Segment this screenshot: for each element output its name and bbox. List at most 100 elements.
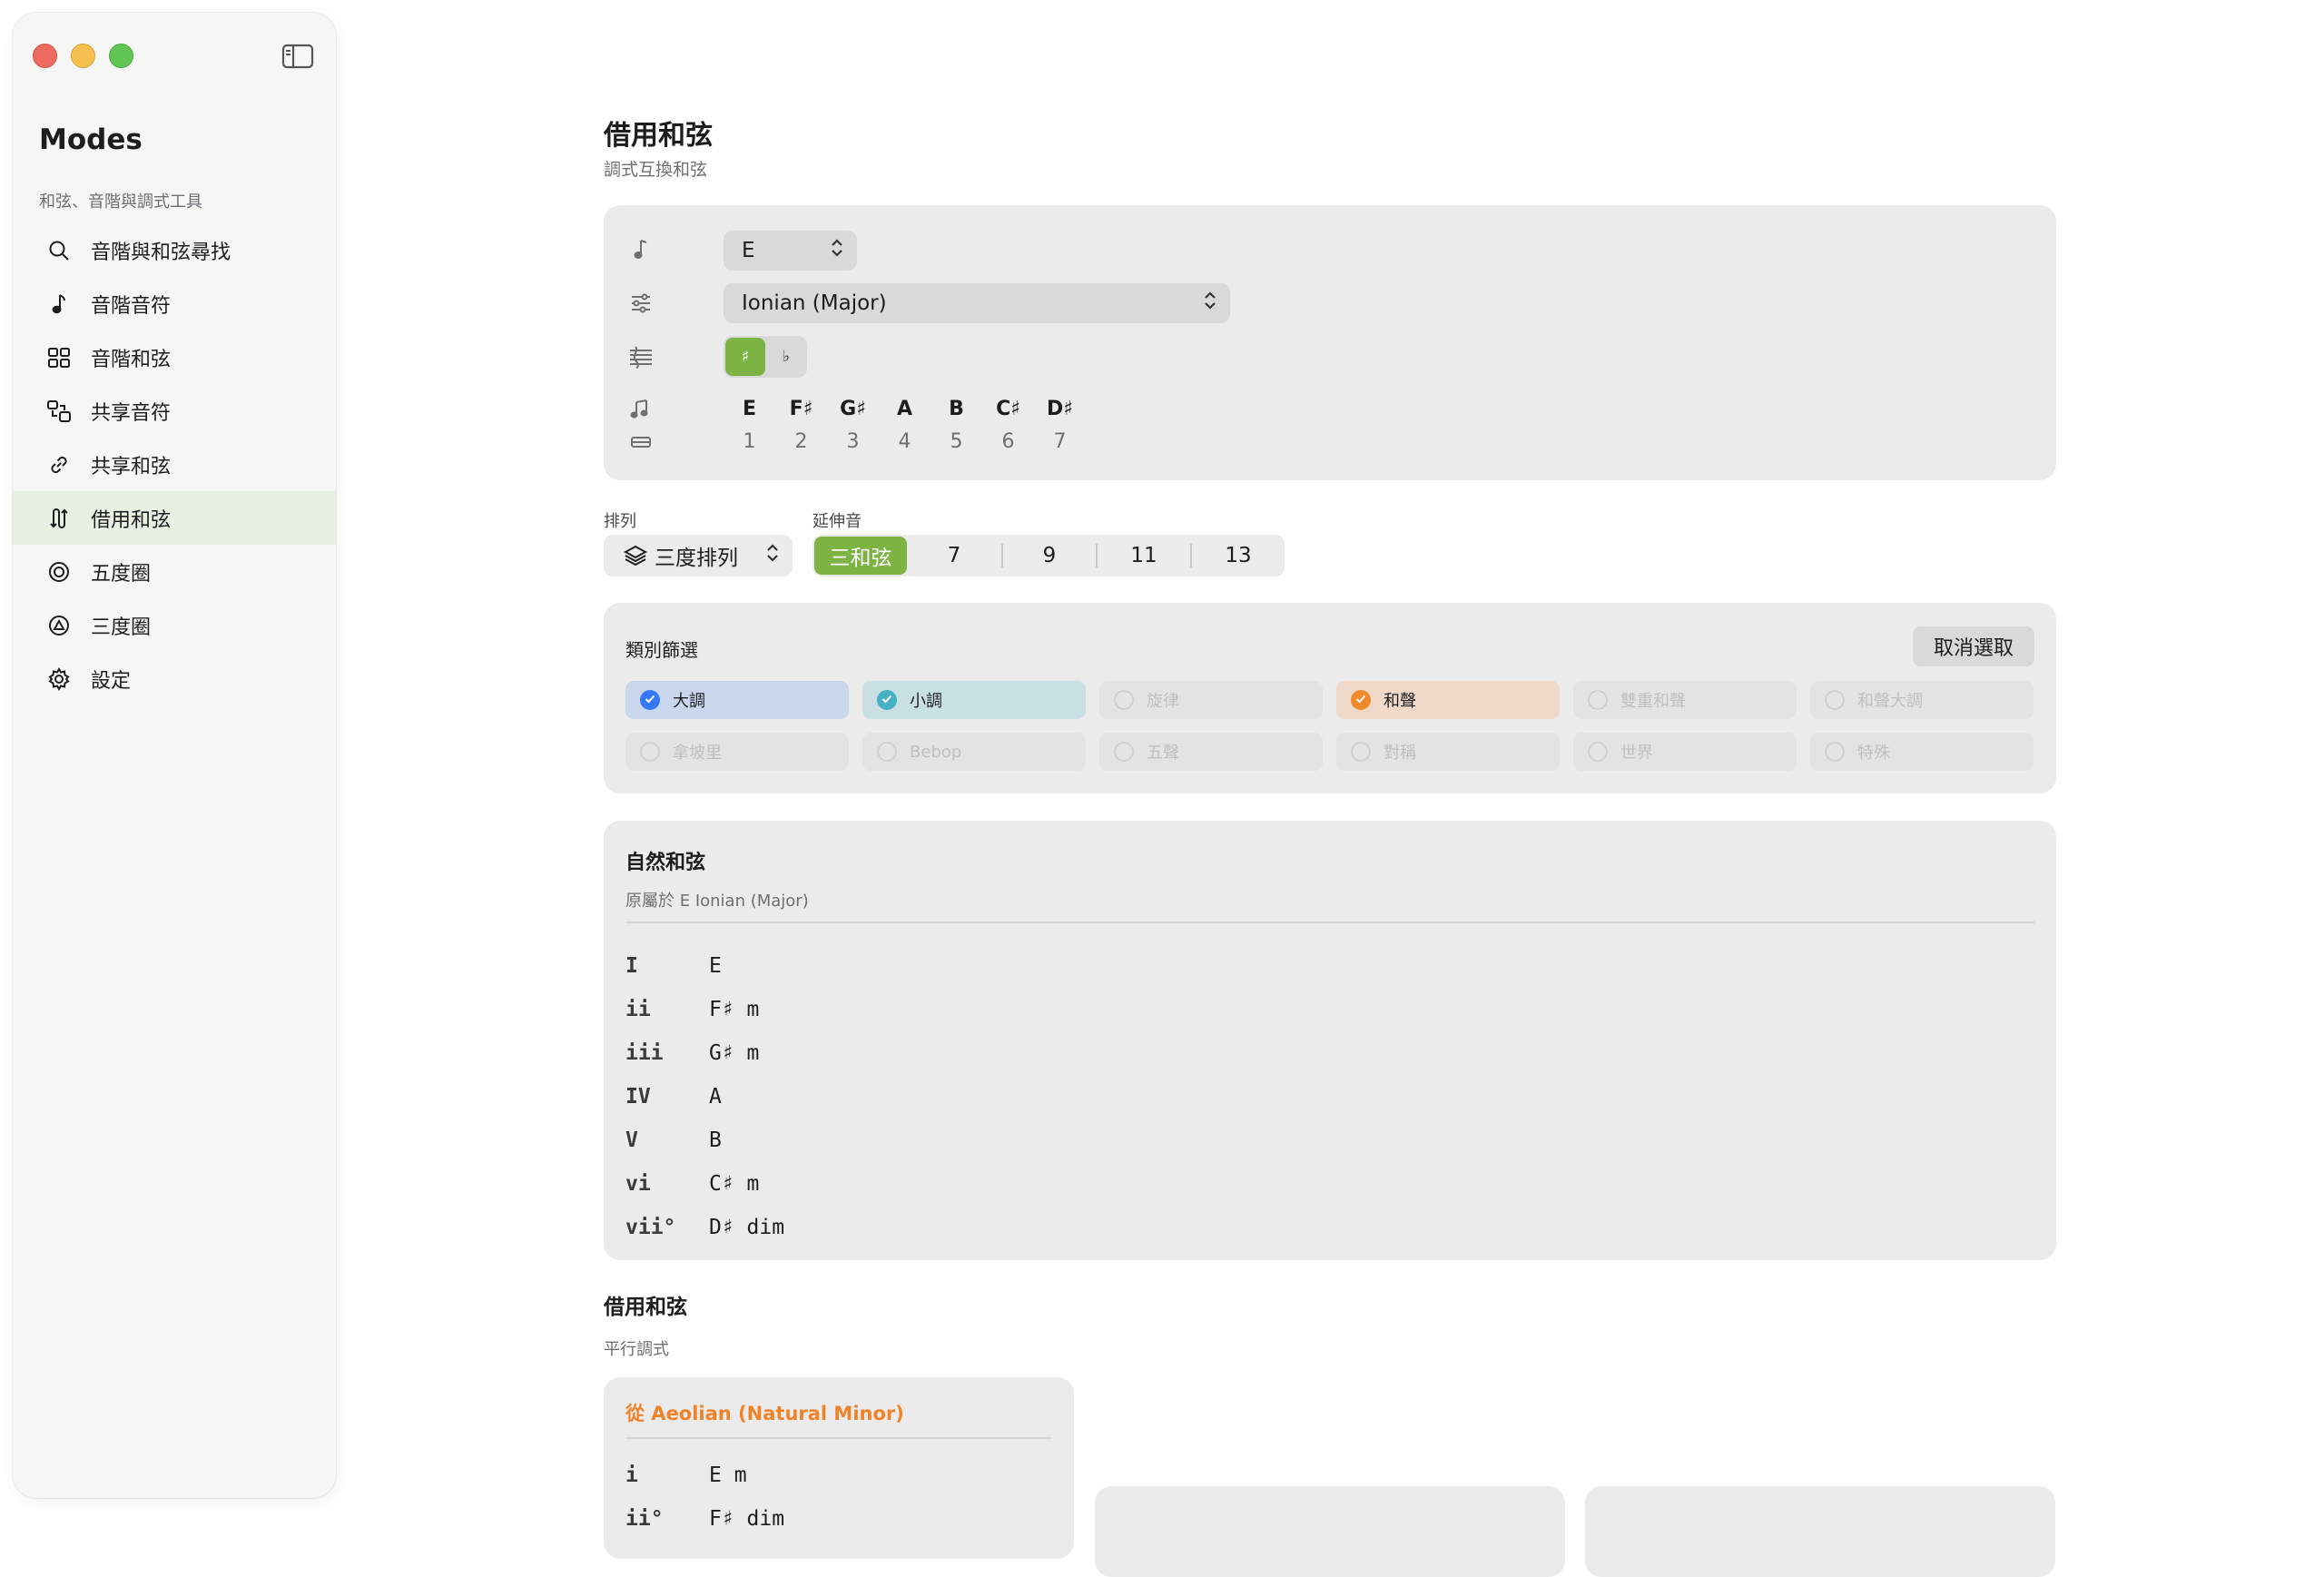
chord-name: F♯ m <box>709 998 760 1021</box>
sliders-icon <box>627 290 655 317</box>
search-icon <box>45 237 73 264</box>
chip-label: 拿坡里 <box>673 744 722 763</box>
filter-chip-minor[interactable]: 小調 <box>862 681 1086 719</box>
chip-label: 小調 <box>910 692 942 711</box>
music-note-icon <box>627 236 655 263</box>
sidebar-toggle-icon[interactable] <box>281 44 314 69</box>
chord-numeral: vi <box>625 1172 651 1196</box>
filter-chip-symmetric[interactable]: 對稱 <box>1336 733 1560 771</box>
sidebar-item-label: 音階音符 <box>91 294 172 318</box>
extension-triad[interactable]: 三和弦 <box>814 537 907 575</box>
checkmark-icon <box>877 690 897 710</box>
sidebar-item-circle-of-fifths[interactable]: 五度圈 <box>13 545 336 598</box>
extension-9[interactable]: 9 <box>1003 537 1096 575</box>
shared-shapes-icon <box>45 398 73 425</box>
chord-numeral: V <box>625 1129 638 1152</box>
sidebar-item-borrowed-chords[interactable]: 借用和弦 <box>13 491 336 545</box>
empty-circle-icon <box>1114 690 1134 710</box>
filter-chip-pentatonic[interactable]: 五聲 <box>1099 733 1323 771</box>
chord-numeral: ii <box>625 998 651 1021</box>
sidebar-item-scale-chords[interactable]: 音階和弦 <box>13 330 336 384</box>
diatonic-chords-card: 自然和弦 原屬於 E Ionian (Major) IE ii F♯ m iii G… <box>604 821 2056 1260</box>
minimize-window-button[interactable] <box>71 44 95 68</box>
filter-chip-double-harmonic[interactable]: 雙重和聲 <box>1573 681 1797 719</box>
sidebar-item-shared-chords[interactable]: 共享和弦 <box>13 438 336 491</box>
chord-row[interactable]: IV A <box>625 1075 784 1119</box>
sidebar-item-scale-notes[interactable]: 音階音符 <box>13 277 336 330</box>
filter-chip-neapolitan[interactable]: 拿坡里 <box>625 733 849 771</box>
sidebar-item-settings[interactable]: 設定 <box>13 652 336 705</box>
mode-select[interactable]: Ionian (Major) <box>724 283 1230 323</box>
scale-note: C♯ 6 <box>982 398 1034 453</box>
sidebar-item-label: 五度圈 <box>91 562 152 586</box>
sidebar-item-label: 三度圈 <box>91 616 152 639</box>
close-window-button[interactable] <box>33 44 57 68</box>
sidebar-item-circle-of-thirds[interactable]: 三度圈 <box>13 598 336 652</box>
chord-row[interactable]: iii G♯ m <box>625 1031 784 1075</box>
checkmark-icon <box>640 690 660 710</box>
borrowed-card-title: 從 Aeolian (Natural Minor) <box>625 1403 904 1424</box>
extension-11[interactable]: 11 <box>1098 537 1190 575</box>
sidebar-item-label: 音階和弦 <box>91 348 172 371</box>
empty-circle-icon <box>1825 742 1845 762</box>
chevron-up-down-icon <box>1203 290 1217 317</box>
empty-circle-icon <box>1351 742 1371 762</box>
note-name: A <box>896 398 913 420</box>
chip-label: 雙重和聲 <box>1620 692 1686 711</box>
sidebar-item-label: 借用和弦 <box>91 508 172 532</box>
sidebar-item-scale-chord-finder[interactable]: 音階與和弦尋找 <box>13 223 336 277</box>
extension-7[interactable]: 7 <box>907 537 1001 575</box>
chord-row[interactable]: ii° F♯ dim <box>625 1497 784 1541</box>
chord-row[interactable]: vii° D♯ dim <box>625 1206 784 1249</box>
scale-note: F♯ 2 <box>775 398 827 453</box>
chip-label: 五聲 <box>1147 744 1179 763</box>
accidental-toggle: ♯ ♭ <box>724 336 807 378</box>
filter-chip-harmonic[interactable]: 和聲 <box>1336 681 1560 719</box>
empty-circle-icon <box>1114 742 1134 762</box>
chord-numeral: IV <box>625 1085 651 1109</box>
sidebar-item-label: 音階與和弦尋找 <box>91 241 231 264</box>
chip-label: 和聲大調 <box>1857 692 1923 711</box>
filter-chip-world[interactable]: 世界 <box>1573 733 1797 771</box>
chevron-up-down-icon <box>765 542 780 569</box>
chord-numeral: i <box>625 1464 638 1487</box>
chip-label: 和聲 <box>1384 692 1416 711</box>
chord-row[interactable]: IE <box>625 944 784 988</box>
extension-13[interactable]: 13 <box>1192 537 1285 575</box>
window-controls <box>33 44 133 68</box>
chord-name: G♯ m <box>709 1041 760 1065</box>
sharp-button[interactable]: ♯ <box>725 338 765 376</box>
chord-row[interactable]: vi C♯ m <box>625 1162 784 1206</box>
deselect-all-button[interactable]: 取消選取 <box>1913 626 2034 666</box>
borrowed-section-title: 借用和弦 <box>604 1296 687 1319</box>
filter-chip-harmonic-major[interactable]: 和聲大調 <box>1810 681 2034 719</box>
filter-chip-special[interactable]: 特殊 <box>1810 733 2034 771</box>
diatonic-chord-list: IE ii F♯ m iii G♯ m IV A VB vi C♯ m vii° D♯ d… <box>625 944 784 1249</box>
arrangement-value: 三度排列 <box>655 547 738 570</box>
filter-chip-major[interactable]: 大調 <box>625 681 849 719</box>
chord-row[interactable]: iE m <box>625 1454 784 1497</box>
chord-row[interactable]: ii F♯ m <box>625 988 784 1031</box>
chord-row[interactable]: VB <box>625 1119 784 1162</box>
checkmark-icon <box>1351 690 1371 710</box>
filter-chip-melodic[interactable]: 旋律 <box>1099 681 1323 719</box>
sidebar-item-shared-notes[interactable]: 共享音符 <box>13 384 336 438</box>
key-select[interactable]: E <box>724 231 857 271</box>
note-degree: 4 <box>898 430 911 453</box>
empty-circle-icon <box>1588 690 1608 710</box>
filter-chip-bebop[interactable]: Bebop <box>862 733 1086 771</box>
category-filter-card: 類別篩選 取消選取 大調 小調 旋律 和聲 雙重和聲 和聲大調 拿坡里 Bebo… <box>604 603 2056 793</box>
flat-button[interactable]: ♭ <box>767 338 805 376</box>
borrowed-chords-card <box>1585 1486 2055 1577</box>
divider <box>625 1437 1052 1439</box>
app-title: Modes <box>39 123 143 156</box>
chord-name: B <box>709 1129 722 1152</box>
chip-label: 特殊 <box>1857 744 1890 763</box>
zoom-window-button[interactable] <box>109 44 133 68</box>
chord-numeral: vii° <box>625 1216 676 1239</box>
chip-label: 大調 <box>673 692 705 711</box>
borrow-arrows-icon <box>45 505 73 532</box>
key-select-value: E <box>742 239 755 262</box>
arrangement-select[interactable]: 三度排列 <box>604 535 793 577</box>
borrowed-chords-card-aeolian: 從 Aeolian (Natural Minor) i E m ii° F♯ dim <box>604 1377 1074 1559</box>
